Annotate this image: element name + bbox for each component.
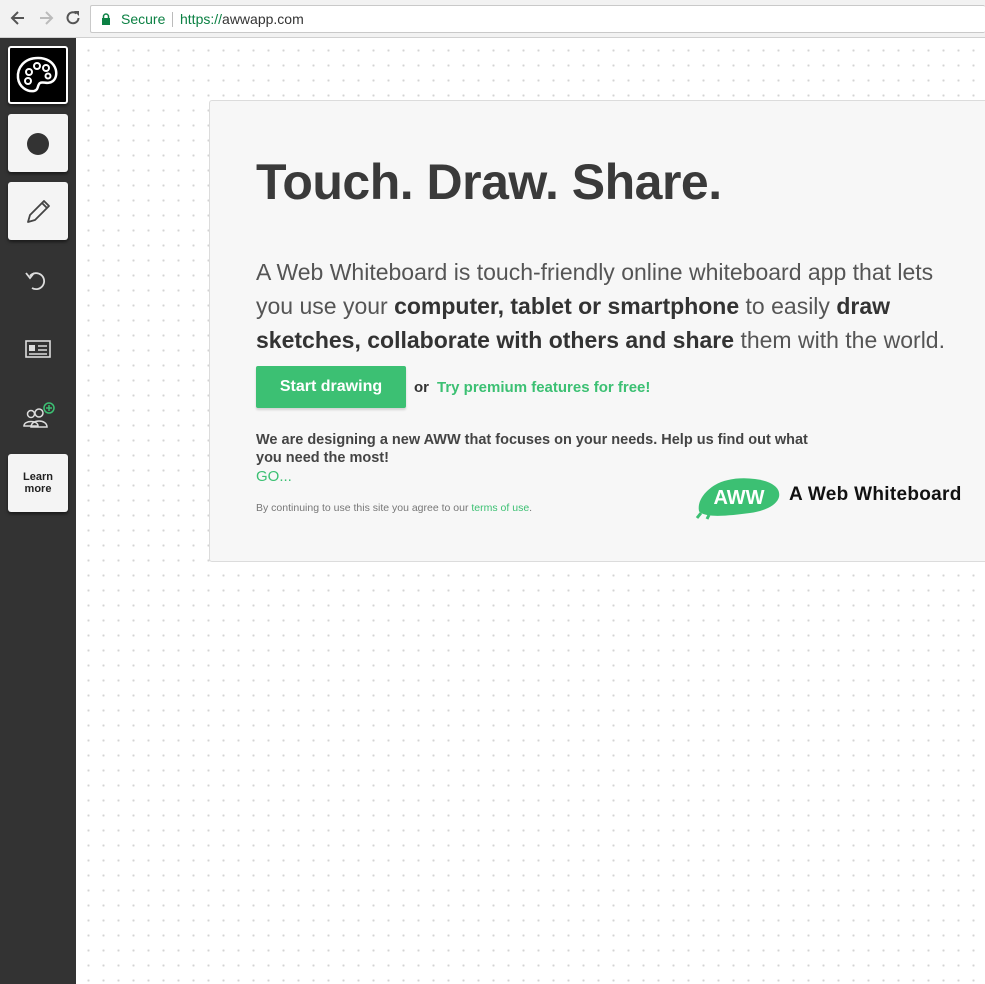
pencil-icon — [27, 200, 50, 223]
premium-link[interactable]: Try premium features for free! — [437, 379, 650, 396]
terms-link[interactable]: terms of use — [471, 502, 529, 514]
aww-logo[interactable]: AWW — [695, 471, 785, 521]
palette-button[interactable] — [8, 46, 68, 104]
intro-text: A Web Whiteboard is touch-friendly onlin… — [256, 255, 956, 357]
id-card-icon[interactable] — [18, 332, 58, 366]
url-text[interactable]: https://awwapp.com — [180, 6, 304, 32]
url-scheme: https:// — [180, 11, 223, 27]
palette-icon — [16, 56, 58, 93]
url-host: awwapp.com — [222, 11, 304, 27]
reload-icon[interactable] — [63, 8, 83, 28]
survey-go-link[interactable]: GO... — [256, 468, 292, 485]
address-bar[interactable]: Secure https://awwapp.com — [90, 5, 985, 33]
undo-icon[interactable] — [18, 264, 58, 298]
intro-bold1: computer, tablet or smartphone — [394, 293, 740, 319]
brush-size-button[interactable] — [8, 114, 68, 172]
pencil-button[interactable] — [8, 182, 68, 240]
learn-more-line2: more — [24, 483, 52, 495]
or-label: or — [414, 379, 429, 396]
page-title: Touch. Draw. Share. — [256, 154, 722, 210]
secure-label: Secure — [121, 11, 166, 27]
logo-badge-text: AWW — [713, 487, 764, 509]
circle-icon — [27, 133, 49, 155]
forward-arrow-icon[interactable] — [36, 8, 56, 28]
toolbar-sidebar: Learn more — [0, 38, 76, 984]
agree-text: By continuing to use this site you agree… — [256, 502, 472, 514]
back-arrow-icon[interactable] — [8, 8, 28, 28]
lock-icon — [102, 13, 110, 25]
learn-more-line1: Learn — [23, 471, 53, 483]
address-divider — [172, 12, 173, 27]
intro-part3: them with the world. — [734, 327, 945, 353]
intro-part2: to easily — [739, 293, 837, 319]
add-users-icon[interactable] — [18, 400, 58, 434]
agree-end: . — [529, 502, 533, 514]
browser-toolbar: Secure https://awwapp.com — [0, 0, 985, 38]
terms-notice: By continuing to use this site you agree… — [256, 502, 532, 514]
start-drawing-button[interactable]: Start drawing — [256, 366, 406, 408]
learn-more-button[interactable]: Learn more — [8, 454, 68, 512]
survey-text: We are designing a new AWW that focuses … — [256, 432, 808, 466]
logo-name: A Web Whiteboard — [789, 484, 962, 505]
welcome-card: Touch. Draw. Share. A Web Whiteboard is … — [209, 100, 985, 562]
